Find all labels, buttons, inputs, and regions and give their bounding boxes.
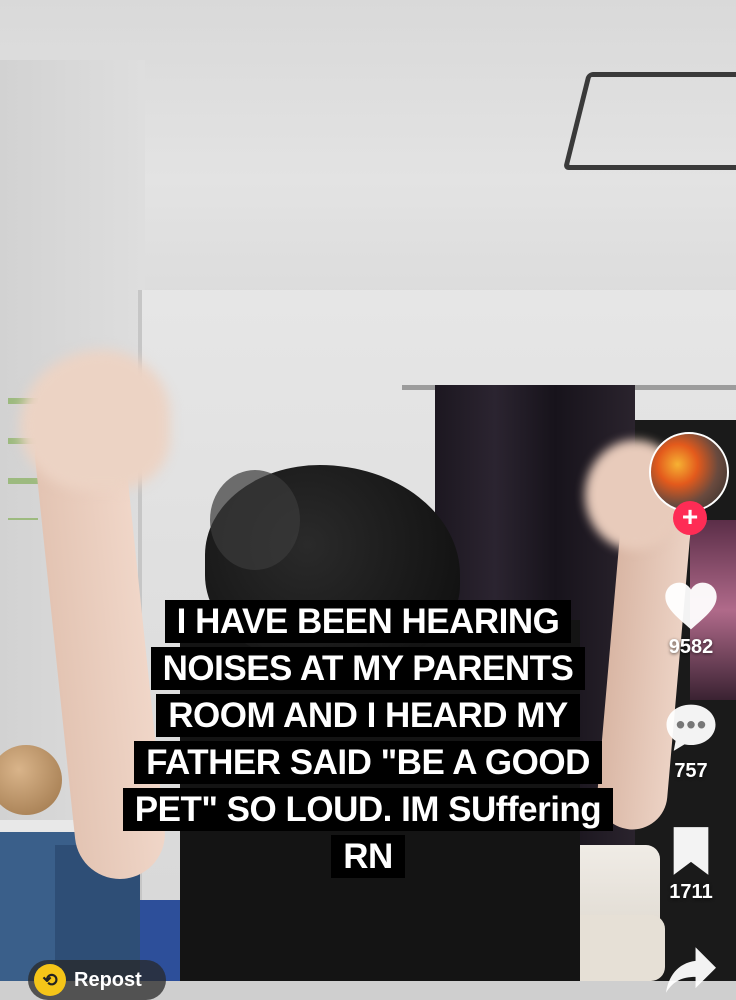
bookmark-button[interactable]: 1711	[646, 825, 736, 904]
heart-icon	[665, 582, 717, 630]
ceiling-light	[562, 72, 736, 170]
follow-button[interactable]: +	[673, 501, 707, 535]
comment-icon	[666, 704, 716, 751]
caption-overlay: I HAVE BEEN HEARING NOISES AT MY PARENTS…	[0, 598, 736, 880]
repost-label: Repost	[74, 968, 142, 991]
like-count: 9582	[668, 636, 714, 658]
headphones	[210, 470, 300, 570]
creator-avatar[interactable]	[649, 432, 729, 512]
comment-count: 757	[674, 760, 708, 782]
comment-button[interactable]: 757	[646, 700, 736, 783]
repost-button[interactable]: ⟲ Repost	[28, 960, 166, 1000]
bookmark-count: 1711	[669, 881, 713, 903]
bookmark-icon	[673, 827, 709, 875]
caption-text: I HAVE BEEN HEARING NOISES AT MY PARENTS…	[122, 600, 614, 878]
share-button[interactable]	[646, 945, 736, 995]
like-button[interactable]: 9582	[646, 580, 736, 659]
share-icon	[666, 947, 716, 993]
repost-icon: ⟲	[34, 964, 66, 996]
